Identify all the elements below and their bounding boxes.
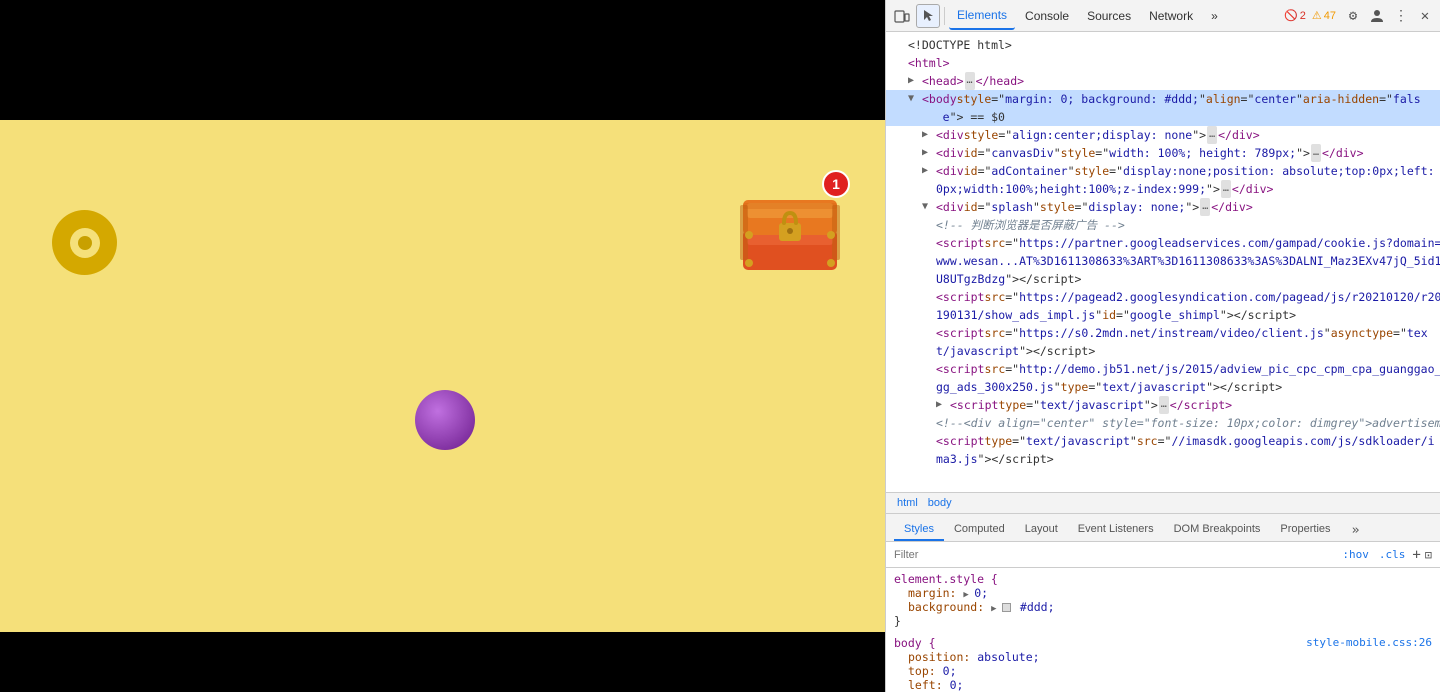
dom-line-script1[interactable]: <script src="https://partner.googleadser… [886,234,1440,252]
tab-sources[interactable]: Sources [1079,2,1139,30]
tab-event-listeners[interactable]: Event Listeners [1068,519,1164,541]
error-icon: 🚫 [1284,9,1298,22]
dom-line-head[interactable]: ▶ <head> … </head> [886,72,1440,90]
dom-line-div1[interactable]: ▶ <div style="align:center;display: none… [886,126,1440,144]
settings-button[interactable]: ⚙ [1342,5,1364,27]
dom-line-script6b[interactable]: ma3.js"></script> [886,450,1440,468]
dom-line-script6[interactable]: <script type="text/javascript" src="//im… [886,432,1440,450]
dom-line-comment1[interactable]: <!-- 判断浏览器是否屏蔽广告 --> [886,216,1440,234]
dom-line-body-cont[interactable]: e"> == $0 [886,108,1440,126]
warn-count: 47 [1324,10,1336,22]
yellow-ring-target [52,210,117,275]
tab-styles[interactable]: Styles [894,519,944,541]
treasure-chest[interactable]: 1 [735,175,845,275]
tab-network[interactable]: Network [1141,2,1201,30]
more-style-tabs[interactable]: » [1345,519,1367,541]
dom-line-adcontainer[interactable]: ▶ <div id="adContainer" style="display:n… [886,162,1440,180]
dom-line-script4b[interactable]: gg_ads_300x250.js" type="text/javascript… [886,378,1440,396]
device-toggle-icon[interactable] [890,4,914,28]
breadcrumb-body[interactable]: body [925,496,955,510]
breadcrumb-bar: html body [886,492,1440,514]
tab-computed[interactable]: Computed [944,519,1015,541]
dom-line-script3b[interactable]: t/javascript"></script> [886,342,1440,360]
more-options-button[interactable]: ⋮ [1390,5,1412,27]
purple-ball [415,390,475,450]
css-source-link[interactable]: style-mobile.css:26 [1306,636,1432,649]
devtools-toolbar: Elements Console Sources Network » 🚫 2 ⚠… [886,0,1440,32]
game-area: 1 [0,0,885,692]
filter-bar: :hov .cls + ⊡ [886,542,1440,568]
dom-line-script5[interactable]: ▶ <script type="text/javascript"> … </sc… [886,396,1440,414]
toolbar-divider-1 [944,7,945,25]
tab-properties[interactable]: Properties [1270,519,1340,541]
game-top-black [0,0,885,120]
chest-badge: 1 [822,170,850,198]
tab-console[interactable]: Console [1017,2,1077,30]
dom-line-doctype[interactable]: <!DOCTYPE html> [886,36,1440,54]
devtools-panel: Elements Console Sources Network » 🚫 2 ⚠… [885,0,1440,692]
expand-styles-button[interactable]: ⊡ [1425,548,1432,562]
dom-line-comment2[interactable]: <!--<div align="center" style="font-size… [886,414,1440,432]
error-count: 2 [1300,10,1306,22]
dom-line-adcontainer2[interactable]: 0px;width:100%;height:100%;z-index:999;"… [886,180,1440,198]
warn-badge[interactable]: ⚠ 47 [1312,9,1336,22]
dom-line-splash[interactable]: ▼ <div id="splash" style="display: none;… [886,198,1440,216]
filter-cls-button[interactable]: .cls [1376,547,1409,562]
dom-line-script1b[interactable]: www.wesan...AT%3D1611308633%3ART%3D16113… [886,252,1440,270]
filter-hov-button[interactable]: :hov [1339,547,1372,562]
inspect-icon[interactable] [916,4,940,28]
error-badge[interactable]: 🚫 2 [1284,9,1306,22]
game-bottom-black [0,632,885,692]
tab-dom-breakpoints[interactable]: DOM Breakpoints [1164,519,1271,541]
dom-line-script2b[interactable]: 190131/show_ads_impl.js" id="google_shim… [886,306,1440,324]
styles-tabs: Styles Computed Layout Event Listeners D… [886,514,1440,542]
dom-line-script1c[interactable]: U8UTgzBdzg"></script> [886,270,1440,288]
dom-tree[interactable]: <!DOCTYPE html> <html> ▶ <head> … </head… [886,32,1440,492]
color-swatch-ddd[interactable] [1002,603,1011,612]
breadcrumb-html[interactable]: html [894,496,921,510]
dom-line-html[interactable]: <html> [886,54,1440,72]
filter-input[interactable] [894,549,1335,561]
dom-line-script3[interactable]: <script src="https://s0.2mdn.net/instrea… [886,324,1440,342]
warn-icon: ⚠ [1312,9,1322,22]
dom-line-body[interactable]: ▼ <body style="margin: 0; background: #d… [886,90,1440,108]
add-style-rule-button[interactable]: + [1412,547,1420,563]
user-button[interactable] [1366,5,1388,27]
tab-more[interactable]: » [1203,2,1226,30]
dom-line-script2[interactable]: <script src="https://pagead2.googlesyndi… [886,288,1440,306]
tab-layout[interactable]: Layout [1015,519,1068,541]
close-button[interactable]: ✕ [1414,5,1436,27]
tab-elements[interactable]: Elements [949,2,1015,30]
styles-content: element.style { margin: ▶ 0; background:… [886,568,1440,692]
css-rule-body: body { style-mobile.css:26 position: abs… [894,636,1432,692]
css-rule-element-style: element.style { margin: ▶ 0; background:… [894,572,1432,628]
dom-line-canvasdiv[interactable]: ▶ <div id="canvasDiv" style="width: 100%… [886,144,1440,162]
dom-line-script4[interactable]: <script src="http://demo.jb51.net/js/201… [886,360,1440,378]
game-middle: 1 [0,120,885,632]
